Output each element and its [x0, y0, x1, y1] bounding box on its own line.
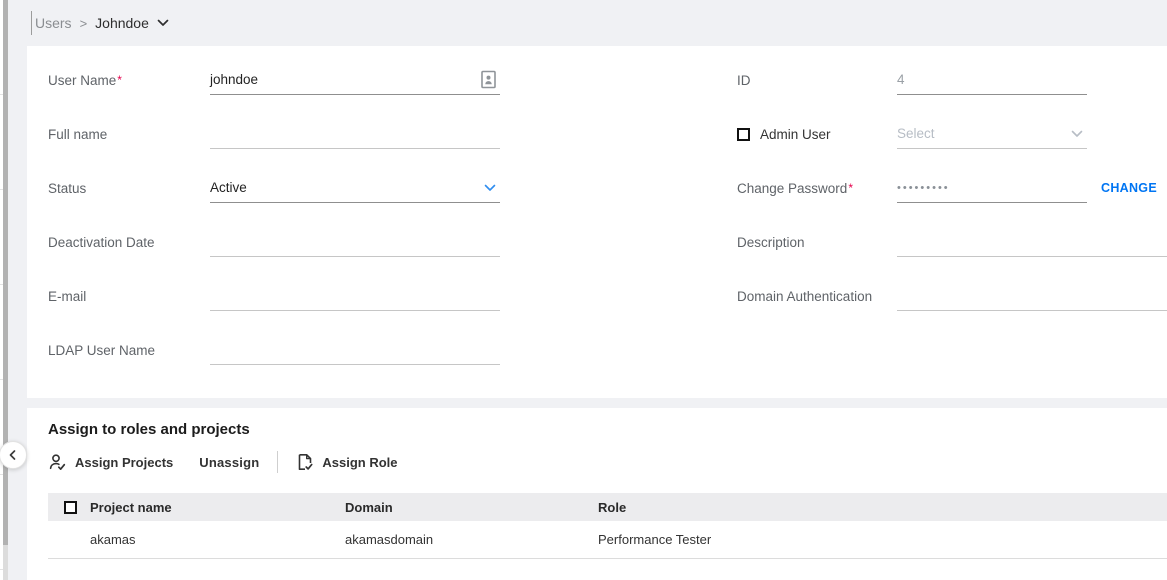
fullname-input[interactable] — [210, 119, 500, 149]
description-input[interactable] — [897, 227, 1167, 257]
table-row[interactable]: akamas akamasdomain Performance Tester — [48, 521, 1167, 559]
breadcrumb-users-link[interactable]: Users — [35, 15, 72, 31]
breadcrumb-current-dropdown[interactable]: Johndoe — [95, 15, 169, 31]
assign-toolbar: Assign Projects Unassign Assign Role — [48, 448, 1167, 476]
email-label: E-mail — [48, 289, 210, 304]
form-left-column: User Name* johndoe Full name Status Acti… — [48, 53, 528, 377]
form-row-description: Description — [737, 215, 1167, 269]
domain-authentication-input[interactable] — [897, 281, 1167, 311]
admin-user-select[interactable]: Select — [897, 119, 1087, 149]
assign-section-title: Assign to roles and projects — [48, 421, 1167, 438]
column-header-role[interactable]: Role — [598, 500, 1167, 515]
form-row-id: ID 4 — [737, 53, 1167, 107]
id-input: 4 — [897, 65, 1087, 95]
assign-projects-label: Assign Projects — [75, 455, 173, 470]
collapse-panel-button[interactable] — [0, 441, 27, 469]
form-row-status: Status Active — [48, 161, 528, 215]
vertical-scrollbar[interactable] — [3, 0, 8, 580]
username-label: User Name* — [48, 73, 210, 88]
change-password-button[interactable]: CHANGE — [1101, 181, 1157, 195]
deactivation-date-input[interactable] — [210, 227, 500, 257]
chevron-left-icon — [7, 449, 19, 461]
status-select[interactable]: Active — [210, 173, 500, 203]
form-right-column: ID 4 Admin User Select Change Pa — [737, 53, 1167, 323]
cell-project-name: akamas — [90, 532, 345, 547]
fullname-label: Full name — [48, 127, 210, 142]
username-input[interactable]: johndoe — [210, 65, 500, 95]
assign-roles-projects-card: Assign to roles and projects Assign Proj… — [27, 408, 1167, 580]
column-header-project-name[interactable]: Project name — [90, 500, 345, 515]
select-all-checkbox[interactable] — [64, 501, 77, 514]
table-header-row: Project name Domain Role — [48, 493, 1167, 521]
cell-role: Performance Tester — [598, 532, 1167, 547]
admin-user-checkbox[interactable] — [737, 128, 750, 141]
user-badge-icon — [481, 70, 496, 89]
unassign-button[interactable]: Unassign — [199, 455, 259, 470]
ldap-username-input[interactable] — [210, 335, 500, 365]
status-label: Status — [48, 181, 210, 196]
breadcrumb: Users > Johndoe — [27, 0, 1167, 46]
assign-role-button[interactable]: Assign Role — [296, 453, 397, 471]
chevron-down-icon — [149, 19, 169, 27]
domain-authentication-label: Domain Authentication — [737, 289, 897, 304]
form-row-fullname: Full name — [48, 107, 528, 161]
left-rail — [0, 0, 27, 580]
password-input[interactable]: ••••••••• — [897, 173, 1087, 203]
toolbar-divider — [277, 451, 278, 473]
cell-domain: akamasdomain — [345, 532, 598, 547]
form-row-ldap-username: LDAP User Name — [48, 323, 528, 377]
breadcrumb-separator: > — [80, 16, 88, 31]
description-label: Description — [737, 235, 897, 250]
text-caret — [31, 11, 32, 35]
email-input[interactable] — [210, 281, 500, 311]
user-detail-form-card: User Name* johndoe Full name Status Acti… — [27, 46, 1167, 398]
form-row-change-password: Change Password* ••••••••• CHANGE — [737, 161, 1167, 215]
deactivation-date-label: Deactivation Date — [48, 235, 210, 250]
assign-projects-icon — [48, 453, 67, 471]
assign-projects-button[interactable]: Assign Projects — [48, 453, 173, 471]
assign-role-label: Assign Role — [322, 455, 397, 470]
projects-roles-table: Project name Domain Role akamas akamasdo… — [48, 493, 1167, 559]
required-marker: * — [117, 73, 122, 87]
chevron-down-icon — [1071, 130, 1083, 138]
assign-role-icon — [296, 453, 314, 471]
id-label: ID — [737, 73, 897, 88]
form-row-domain-authentication: Domain Authentication — [737, 269, 1167, 323]
form-row-username: User Name* johndoe — [48, 53, 528, 107]
form-row-admin-user: Admin User Select — [737, 107, 1167, 161]
column-header-domain[interactable]: Domain — [345, 500, 598, 515]
form-row-deactivation-date: Deactivation Date — [48, 215, 528, 269]
change-password-label: Change Password* — [737, 181, 897, 196]
chevron-down-icon — [484, 184, 496, 192]
header-checkbox-cell — [48, 501, 90, 514]
breadcrumb-current-label: Johndoe — [95, 15, 149, 31]
unassign-label: Unassign — [199, 455, 259, 470]
required-marker: * — [848, 181, 853, 195]
ldap-username-label: LDAP User Name — [48, 343, 210, 358]
admin-user-label: Admin User — [737, 127, 897, 142]
form-row-email: E-mail — [48, 269, 528, 323]
